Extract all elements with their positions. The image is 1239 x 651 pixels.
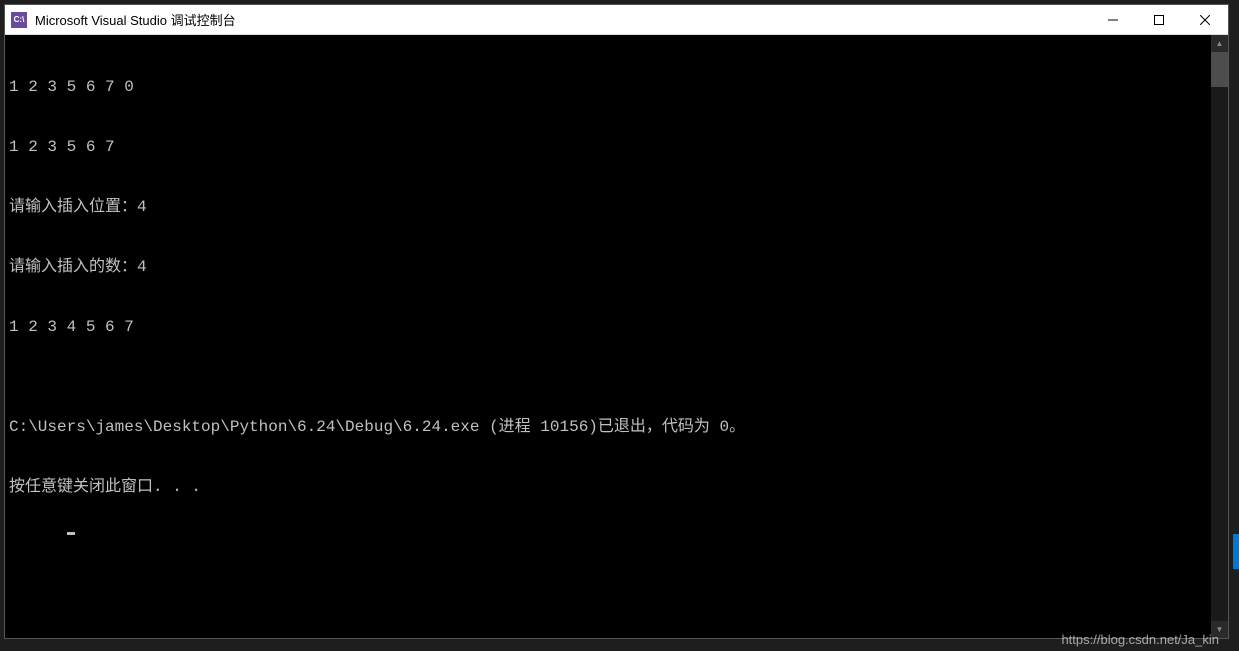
cursor xyxy=(67,532,75,535)
minimize-button[interactable] xyxy=(1090,5,1136,34)
window-title: Microsoft Visual Studio 调试控制台 xyxy=(35,10,1090,29)
vertical-scrollbar[interactable]: ▲ ▼ xyxy=(1211,35,1228,638)
output-line: 请输入插入的数：4 xyxy=(9,257,1207,277)
scrollbar-up-button[interactable]: ▲ xyxy=(1211,35,1228,52)
console-area: 1 2 3 5 6 7 0 1 2 3 5 6 7 请输入插入位置：4 请输入插… xyxy=(5,35,1228,638)
output-line: 1 2 3 5 6 7 xyxy=(9,137,1207,157)
output-line: C:\Users\james\Desktop\Python\6.24\Debug… xyxy=(9,417,1207,437)
output-line: 1 2 3 5 6 7 0 xyxy=(9,77,1207,97)
output-line: 请输入插入位置：4 xyxy=(9,197,1207,217)
app-icon: C:\ xyxy=(11,12,27,28)
output-line: 1 2 3 4 5 6 7 xyxy=(9,317,1207,337)
close-button[interactable] xyxy=(1182,5,1228,34)
console-output[interactable]: 1 2 3 5 6 7 0 1 2 3 5 6 7 请输入插入位置：4 请输入插… xyxy=(5,35,1211,638)
titlebar[interactable]: C:\ Microsoft Visual Studio 调试控制台 xyxy=(5,5,1228,35)
output-line: 按任意键关闭此窗口. . . xyxy=(9,477,1207,497)
window-controls xyxy=(1090,5,1228,34)
console-window: C:\ Microsoft Visual Studio 调试控制台 1 2 3 … xyxy=(4,4,1229,639)
maximize-button[interactable] xyxy=(1136,5,1182,34)
side-accent xyxy=(1233,534,1239,569)
scrollbar-down-button[interactable]: ▼ xyxy=(1211,621,1228,638)
scrollbar-thumb[interactable] xyxy=(1211,52,1228,87)
